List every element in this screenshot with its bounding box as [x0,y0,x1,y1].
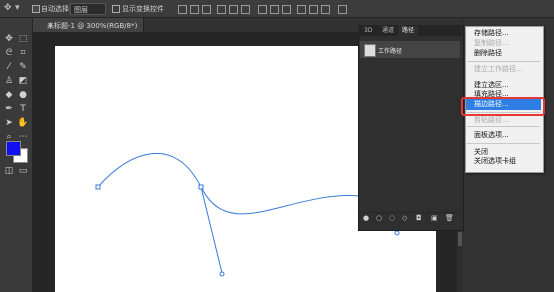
delete-path-icon[interactable]: 🗑 [445,215,454,222]
add-mask-icon[interactable]: ◘ [416,215,422,222]
make-path-icon[interactable]: ◇ [402,215,407,222]
new-path-icon[interactable]: ▣ [431,215,438,222]
fill-path-icon[interactable]: ● [363,215,369,222]
menu-item-clipping-path[interactable]: 剪贴路径... [474,116,509,125]
path-thumbnail [364,44,376,57]
direction-handle[interactable] [219,271,225,277]
tab-channels[interactable]: 通道 [378,26,398,36]
direction-line[interactable] [200,186,223,274]
menu-item-save-path[interactable]: 存储路径... [474,29,509,38]
menu-item-duplicate-path[interactable]: 复制路径... [474,39,509,48]
anchor-point[interactable] [95,184,101,190]
menu-separator [467,143,540,144]
menu-item-close-tab-group[interactable]: 关闭选项卡组 [474,157,516,166]
menu-item-delete-path[interactable]: 删除路径 [474,49,502,58]
panel-tab-bar: 3D 通道 路径 [358,25,462,36]
menu-item-make-work-path[interactable]: 建立工作路径... [474,65,523,74]
menu-item-panel-options[interactable]: 面板选项... [474,131,509,140]
menu-item-make-selection[interactable]: 建立选区... [474,81,509,90]
menu-separator [467,126,540,127]
load-selection-icon[interactable]: ◌ [389,215,395,222]
tab-paths[interactable]: 路径 [398,26,419,36]
anchor-point[interactable] [198,184,204,190]
menu-separator [467,61,540,62]
path-item-label: 工作路径 [378,48,403,55]
menu-item-close[interactable]: 关闭 [474,148,488,157]
work-path-curve[interactable] [97,152,361,215]
tab-3d[interactable]: 3D [360,26,376,36]
stroke-path-icon[interactable]: ○ [376,215,382,222]
direction-handle[interactable] [394,230,400,236]
annotation-highlight-box [461,97,545,116]
